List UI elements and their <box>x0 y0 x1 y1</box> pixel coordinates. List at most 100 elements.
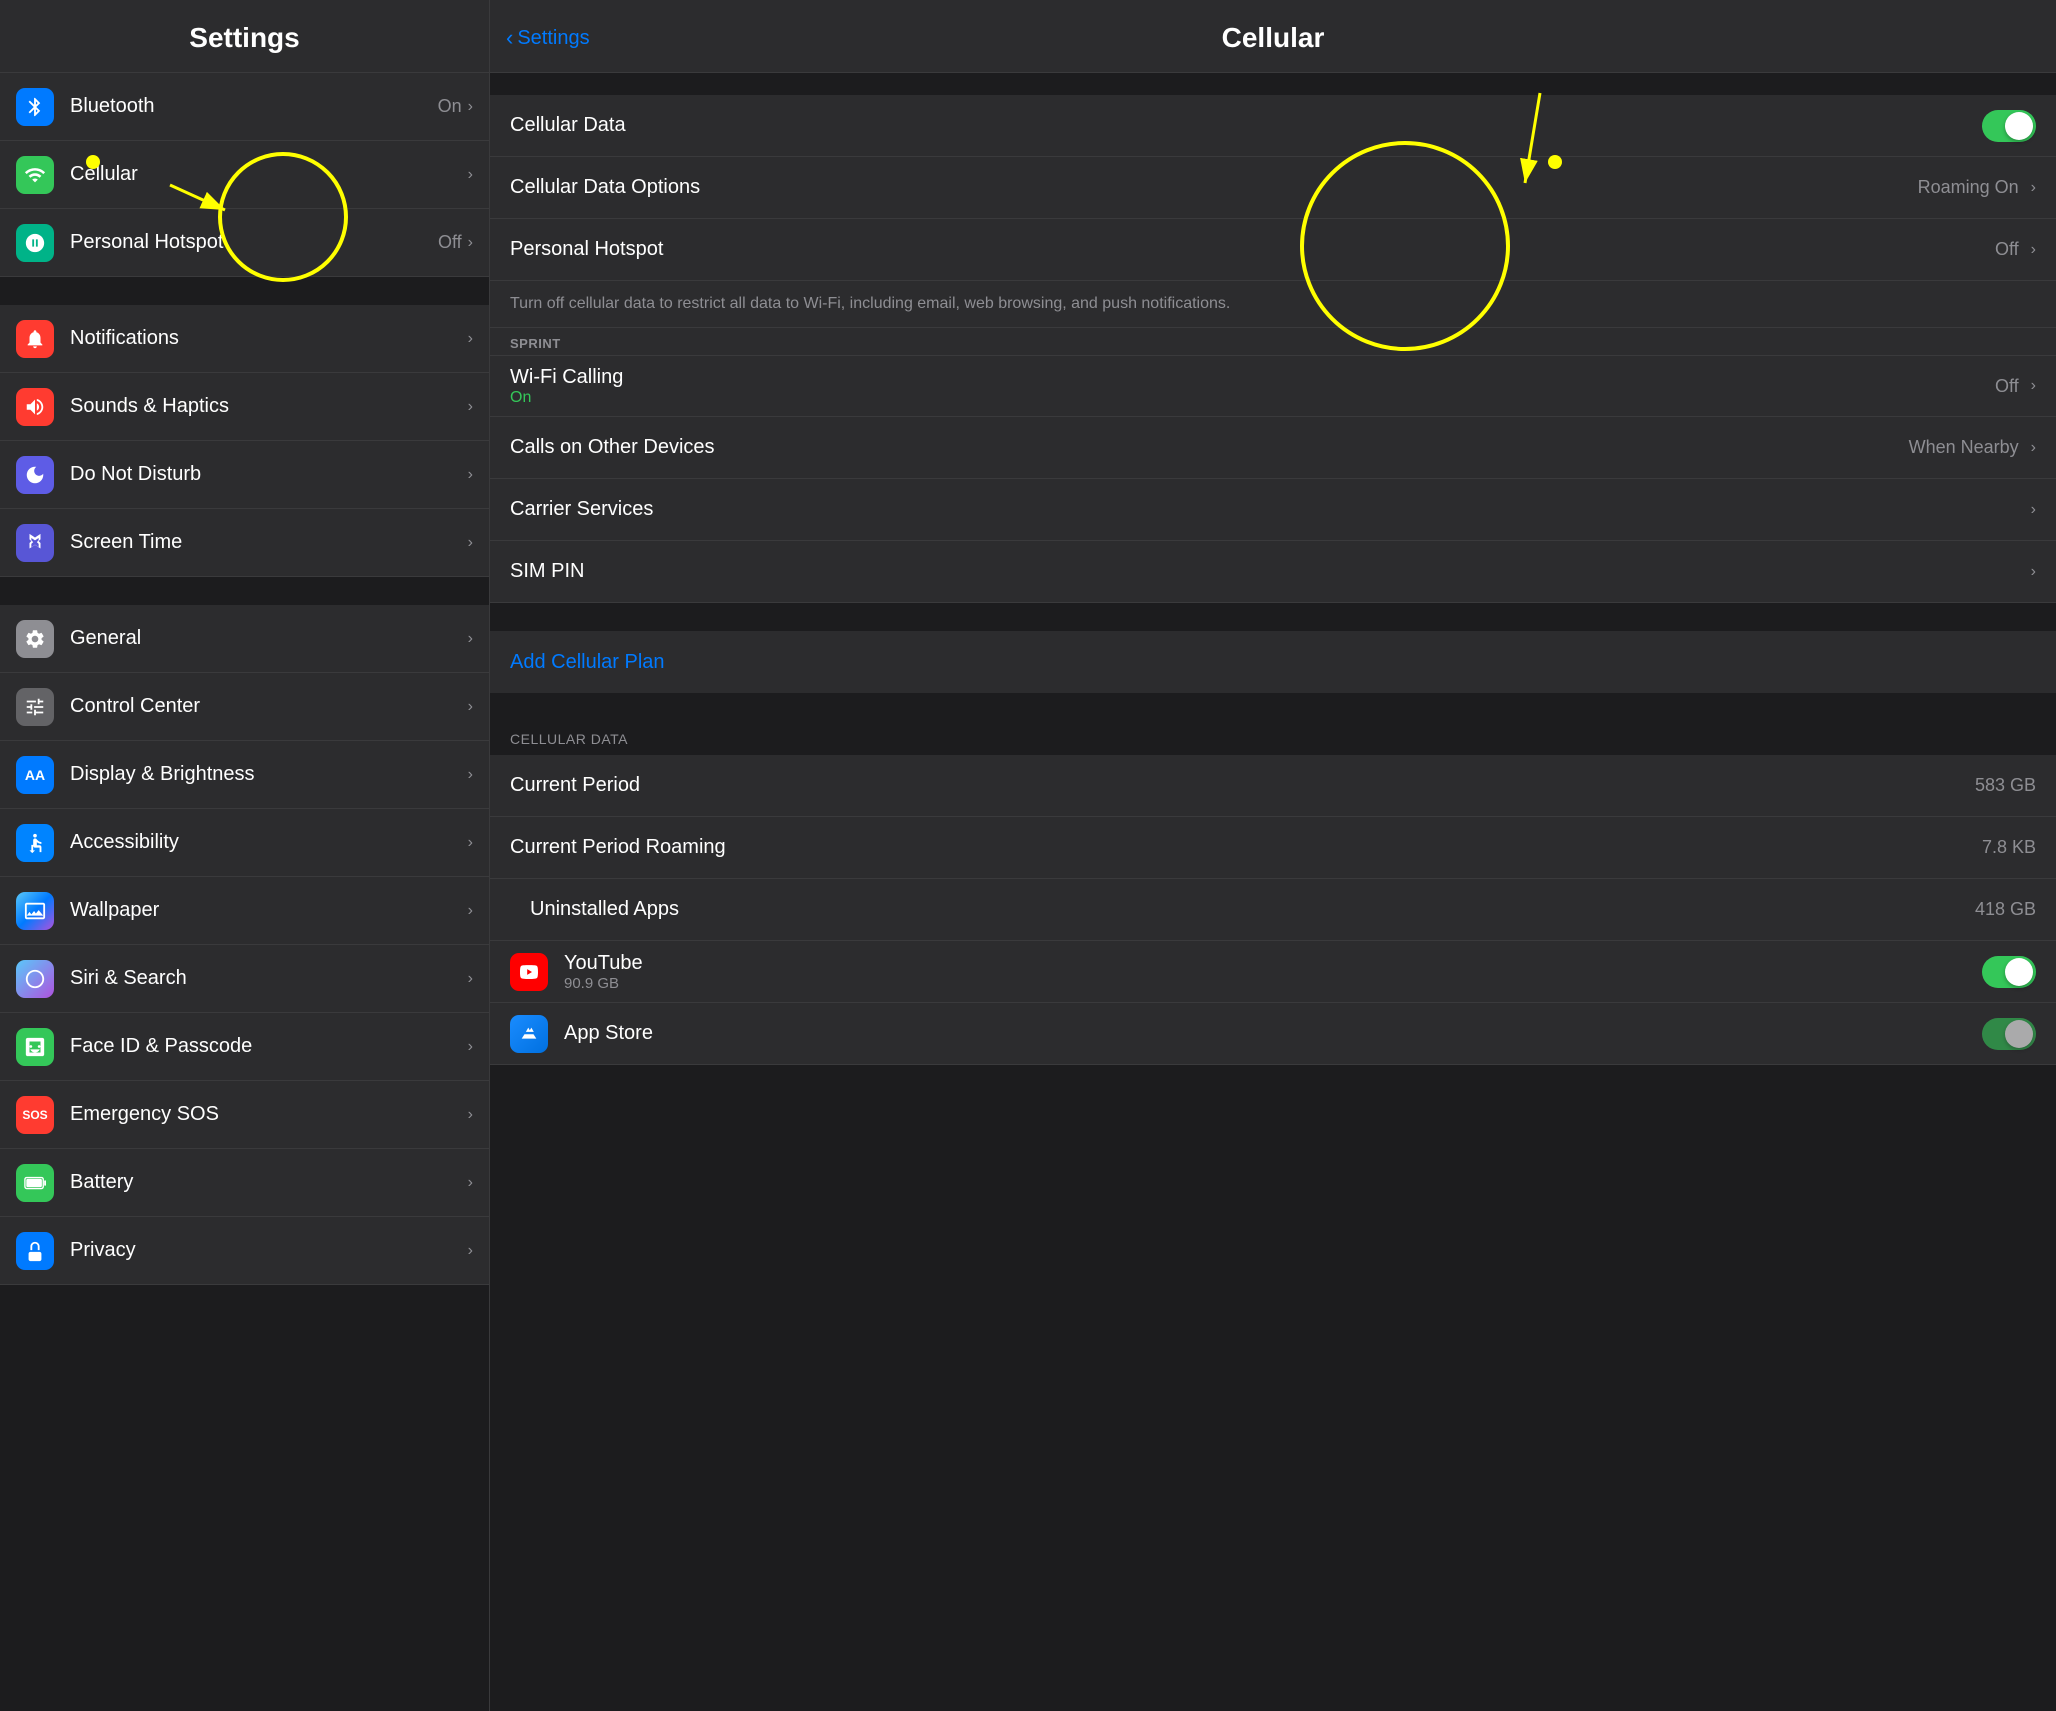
cellular-data-options-row[interactable]: Cellular Data Options Roaming On › <box>490 157 2056 219</box>
privacy-chevron: › <box>468 1242 473 1260</box>
control-center-chevron: › <box>468 698 473 716</box>
accessibility-row[interactable]: Accessibility › <box>0 809 489 877</box>
sounds-right: › <box>468 398 473 416</box>
sim-pin-row[interactable]: SIM PIN › <box>490 541 2056 603</box>
emergency-label: Emergency SOS <box>70 1103 219 1126</box>
wallpaper-chevron: › <box>468 902 473 920</box>
right-hotspot-row[interactable]: Personal Hotspot Off › <box>490 219 2056 281</box>
calls-other-devices-row[interactable]: Calls on Other Devices When Nearby › <box>490 417 2056 479</box>
battery-row[interactable]: Battery › <box>0 1149 489 1217</box>
settings-list: Bluetooth On › Cellular <box>0 73 489 1711</box>
cellular-data-header: CELLULAR DATA <box>490 721 2056 755</box>
general-row[interactable]: General › <box>0 605 489 673</box>
siri-icon <box>16 960 54 998</box>
back-button[interactable]: ‹ Settings <box>506 25 590 51</box>
sim-pin-label: SIM PIN <box>510 560 2031 583</box>
general-chevron: › <box>468 630 473 648</box>
siri-row[interactable]: Siri & Search › <box>0 945 489 1013</box>
right-cellular-panel: ‹ Settings Cellular Cellular Data Cellul… <box>490 0 2056 1711</box>
emergency-content: Emergency SOS › <box>70 1103 473 1126</box>
right-hotspot-label: Personal Hotspot <box>510 238 1995 261</box>
calls-other-devices-chevron: › <box>2031 439 2036 457</box>
bluetooth-icon <box>16 88 54 126</box>
cellular-content: Cellular › <box>70 163 473 186</box>
battery-icon <box>16 1164 54 1202</box>
wifi-calling-chevron: › <box>2031 377 2036 395</box>
right-header: ‹ Settings Cellular <box>490 0 2056 73</box>
screentime-row[interactable]: Screen Time › <box>0 509 489 577</box>
control-center-row[interactable]: Control Center › <box>0 673 489 741</box>
wifi-calling-right: Off › <box>1995 376 2036 397</box>
bluetooth-value: On <box>438 96 462 117</box>
calls-other-devices-right: When Nearby › <box>1909 437 2036 458</box>
display-row[interactable]: AA Display & Brightness › <box>0 741 489 809</box>
notifications-right: › <box>468 330 473 348</box>
cellular-data-stats-section: Current Period 583 GB Current Period Roa… <box>490 755 2056 1065</box>
cellular-row[interactable]: Cellular › <box>0 141 489 209</box>
bluetooth-chevron: › <box>468 98 473 116</box>
carrier-services-chevron: › <box>2031 501 2036 519</box>
accessibility-content: Accessibility › <box>70 831 473 854</box>
battery-content: Battery › <box>70 1171 473 1194</box>
personal-hotspot-row[interactable]: Personal Hotspot Off › <box>0 209 489 277</box>
app-store-icon <box>510 1015 548 1053</box>
carrier-label: SPRINT <box>490 328 2056 355</box>
system-section: General › Control Center › AA <box>0 605 489 1285</box>
cellular-data-label: Cellular Data <box>510 114 1982 137</box>
right-hotspot-right: Off › <box>1995 239 2036 260</box>
youtube-label: YouTube <box>564 952 1982 975</box>
app-store-toggle-knob <box>2005 1020 2033 1048</box>
sounds-chevron: › <box>468 398 473 416</box>
carrier-section: SPRINT Wi-Fi Calling On Off › Calls on O… <box>490 328 2056 603</box>
right-hotspot-chevron: › <box>2031 241 2036 259</box>
app-store-toggle[interactable] <box>1982 1018 2036 1050</box>
accessibility-chevron: › <box>468 834 473 852</box>
privacy-label: Privacy <box>70 1239 136 1262</box>
wallpaper-label: Wallpaper <box>70 899 159 922</box>
current-period-value: 583 GB <box>1975 775 2036 796</box>
screentime-right: › <box>468 534 473 552</box>
screentime-label: Screen Time <box>70 531 182 554</box>
screentime-chevron: › <box>468 534 473 552</box>
youtube-row[interactable]: YouTube 90.9 GB <box>490 941 2056 1003</box>
add-cellular-plan-row[interactable]: Add Cellular Plan <box>490 631 2056 693</box>
dnd-chevron: › <box>468 466 473 484</box>
cellular-data-row[interactable]: Cellular Data <box>490 95 2056 157</box>
faceid-row[interactable]: Face ID & Passcode › <box>0 1013 489 1081</box>
toggle-knob <box>2005 112 2033 140</box>
calls-other-devices-label: Calls on Other Devices <box>510 436 1909 459</box>
privacy-row[interactable]: Privacy › <box>0 1217 489 1285</box>
wifi-calling-label: Wi-Fi Calling <box>510 366 1995 389</box>
left-title: Settings <box>20 22 469 54</box>
general-content: General › <box>70 627 473 650</box>
bluetooth-row[interactable]: Bluetooth On › <box>0 73 489 141</box>
emergency-row[interactable]: SOS Emergency SOS › <box>0 1081 489 1149</box>
youtube-icon <box>510 953 548 991</box>
emergency-icon: SOS <box>16 1096 54 1134</box>
youtube-size: 90.9 GB <box>564 975 1982 992</box>
wifi-calling-row[interactable]: Wi-Fi Calling On Off › <box>490 355 2056 417</box>
dnd-content: Do Not Disturb › <box>70 463 473 486</box>
wallpaper-row[interactable]: Wallpaper › <box>0 877 489 945</box>
notifications-section: Notifications › Sounds & Haptics › <box>0 305 489 577</box>
control-center-content: Control Center › <box>70 695 473 718</box>
app-store-label: App Store <box>564 1022 1982 1045</box>
carrier-services-row[interactable]: Carrier Services › <box>490 479 2056 541</box>
notifications-row[interactable]: Notifications › <box>0 305 489 373</box>
youtube-toggle[interactable] <box>1982 956 2036 988</box>
sounds-row[interactable]: Sounds & Haptics › <box>0 373 489 441</box>
uninstalled-apps-label: Uninstalled Apps <box>530 898 1975 921</box>
dnd-row[interactable]: Do Not Disturb › <box>0 441 489 509</box>
app-store-content: App Store <box>564 1022 1982 1045</box>
app-store-row[interactable]: App Store <box>490 1003 2056 1065</box>
notifications-label: Notifications <box>70 327 179 350</box>
cellular-data-toggle[interactable] <box>1982 110 2036 142</box>
wallpaper-content: Wallpaper › <box>70 899 473 922</box>
sounds-content: Sounds & Haptics › <box>70 395 473 418</box>
display-label: Display & Brightness <box>70 763 255 786</box>
right-divider-2 <box>490 693 2056 721</box>
faceid-icon <box>16 1028 54 1066</box>
divider-1 <box>0 277 489 305</box>
battery-chevron: › <box>468 1174 473 1192</box>
bluetooth-right: On › <box>438 96 473 117</box>
